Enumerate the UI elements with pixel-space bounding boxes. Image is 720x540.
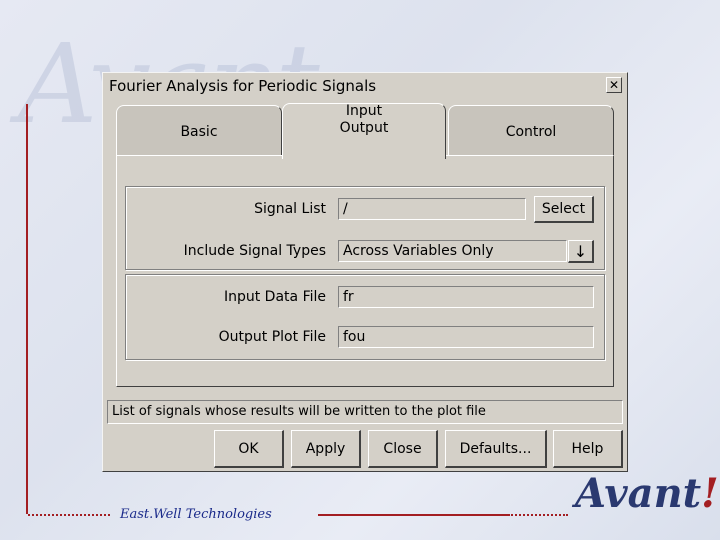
chevron-down-icon[interactable]: ↓ [568, 240, 594, 263]
tab-basic[interactable]: Basic [116, 105, 282, 157]
defaults-button[interactable]: Defaults... [445, 430, 547, 468]
ok-button-label: OK [238, 440, 259, 457]
apply-button[interactable]: Apply [291, 430, 361, 468]
tab-control[interactable]: Control [448, 105, 614, 157]
select-button[interactable]: Select [534, 196, 594, 223]
dialog-title: Fourier Analysis for Periodic Signals [109, 77, 377, 95]
help-button-label: Help [571, 440, 604, 457]
apply-button-label: Apply [305, 440, 346, 457]
file-group: Input Data File fr Output Plot File fou [125, 274, 605, 360]
close-icon[interactable]: ✕ [606, 77, 622, 93]
corner-logo: Avant! [575, 470, 719, 517]
tab-panel-input-output: Signal List / Select Include Signal Type… [116, 155, 614, 387]
signal-list-label: Signal List [254, 201, 326, 217]
signal-group: Signal List / Select Include Signal Type… [125, 186, 605, 270]
help-button[interactable]: Help [553, 430, 623, 468]
defaults-button-label: Defaults... [459, 440, 532, 457]
footer-company-name: East.Well Technologies [120, 507, 272, 522]
input-file-field[interactable]: fr [338, 286, 594, 308]
tab-input-output-label: Input Output [339, 102, 389, 136]
close-button-label: Close [383, 440, 422, 457]
accent-dotted-line-left [28, 514, 110, 516]
signal-types-select[interactable]: Across Variables Only [338, 240, 567, 262]
accent-dotted-line-right [508, 514, 568, 516]
tab-control-label: Control [505, 123, 557, 140]
tab-input-output[interactable]: Input Output [282, 103, 446, 159]
output-file-field[interactable]: fou [338, 326, 594, 348]
select-button-label: Select [541, 201, 586, 217]
output-file-label: Output Plot File [218, 329, 326, 345]
close-button[interactable]: Close [368, 430, 438, 468]
status-bar: List of signals whose results will be wr… [107, 400, 623, 424]
corner-logo-text: Avant [575, 470, 702, 517]
input-file-label: Input Data File [223, 289, 326, 305]
signal-types-label: Include Signal Types [183, 243, 326, 259]
accent-line-right [318, 514, 508, 516]
fourier-dialog: Fourier Analysis for Periodic Signals ✕ … [102, 72, 628, 472]
tab-basic-label: Basic [180, 123, 218, 140]
signal-list-field[interactable]: / [338, 198, 526, 220]
accent-vertical-line [26, 104, 28, 514]
ok-button[interactable]: OK [214, 430, 284, 468]
title-bar: Fourier Analysis for Periodic Signals ✕ [106, 75, 624, 97]
corner-logo-mark: ! [701, 470, 719, 517]
